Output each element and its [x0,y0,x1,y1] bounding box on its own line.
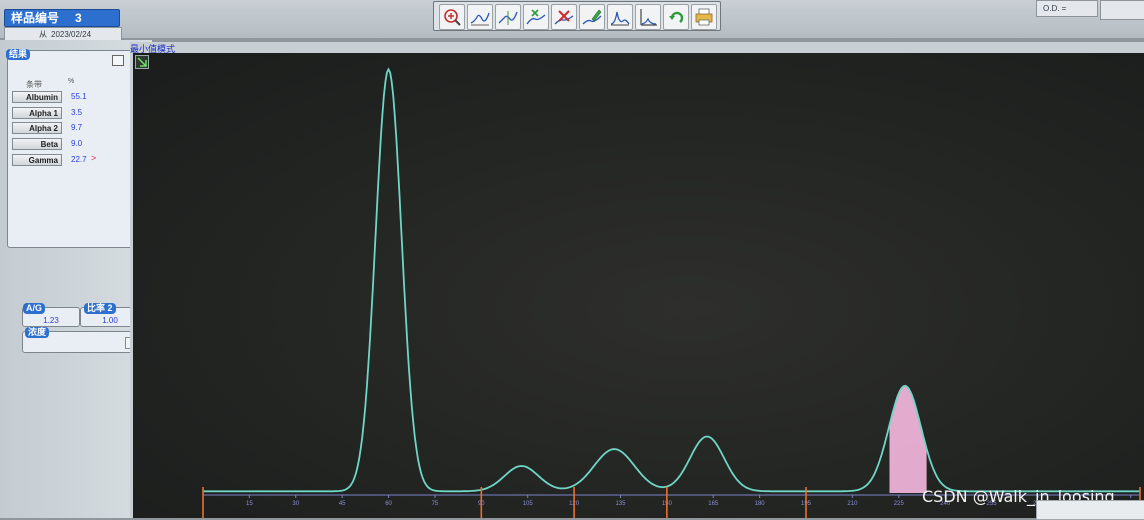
add-point-button[interactable] [523,4,549,30]
ratio2-label: 比率 2 [84,303,116,314]
fraction-button-beta[interactable]: Beta [12,138,62,150]
od-field: O.D. = [1036,0,1098,17]
sample-number: 3 [75,11,82,25]
x-axis-tick-label: 225 [894,501,905,507]
ag-ratio-label: A/G [23,303,46,314]
results-title: 结果 [6,49,31,60]
x-axis-tick-label: 210 [847,501,858,507]
delete-point-button[interactable] [551,4,577,30]
x-axis-tick-label: 135 [615,501,626,507]
delete-point-icon [554,10,574,25]
corner-panel [1100,0,1144,20]
curve-split-button[interactable] [495,4,521,30]
fraction-button-alpha1[interactable]: Alpha 1 [12,107,62,119]
percent-column-header: % [68,78,75,85]
curve-icon [470,12,490,26]
chart-area: 最小值模式 1530456075901051201351501651801952… [130,42,1144,518]
zoom-in-icon [444,9,461,26]
fraction-value: 9.0 [71,139,83,148]
x-axis-tick-label: 75 [432,501,439,507]
baseline-button[interactable] [635,4,661,30]
densitometry-plot[interactable]: 1530456075901051201351501651801952102252… [133,53,1144,518]
concentration-label: 浓度 [25,327,50,338]
baseline-icon [640,9,657,26]
densitometry-curve [203,67,1140,493]
ag-ratio-box: A/G 1.23 [22,303,80,327]
ag-ratio-value: 1.23 [43,316,59,325]
peak-icon [610,11,630,26]
edit-curve-button[interactable] [579,4,605,30]
concentration-box: 浓度 [22,327,142,353]
curve-button[interactable] [467,4,493,30]
curve-toolbar [433,1,721,31]
sample-number-box: 样品编号 3 [4,9,120,27]
fraction-value: 9.7 [71,123,83,132]
undo-icon [669,11,684,23]
x-axis-tick-label: 15 [246,501,253,507]
od-label: O.D. = [1043,4,1067,13]
add-point-icon [526,9,546,25]
fraction-button-gamma[interactable]: Gamma [12,154,62,166]
fraction-row: Alpha 1 3.5 [12,107,122,120]
print-icon [695,8,713,26]
fraction-value: 22.7 [71,155,87,164]
bottom-right-panel [1036,500,1144,520]
fraction-row: Albumin 55.1 [12,91,122,104]
fraction-value: 3.5 [71,108,83,117]
fraction-value: 55.1 [71,92,87,101]
undo-button[interactable] [663,4,689,30]
fraction-row: Beta 9.0 [12,138,122,151]
x-axis-tick-label: 30 [292,501,299,507]
fraction-button-albumin[interactable]: Albumin [12,91,62,103]
curve-split-icon [498,11,518,25]
densitometry-chart: 1530456075901051201351501651801952102252… [202,67,1141,518]
top-bar: 样品编号 3 从 2023/02/24 O.D. = [0,0,1144,42]
fraction-button-alpha2[interactable]: Alpha 2 [12,122,62,134]
high-flag-icon: > [91,153,97,163]
restore-window-icon[interactable] [112,55,124,66]
edit-curve-icon [582,9,602,25]
print-button[interactable] [691,4,717,30]
peak-button[interactable] [607,4,633,30]
x-axis-tick-label: 60 [385,501,392,507]
fraction-row: Alpha 2 9.7 [12,122,122,135]
results-panel: 结果 条带 % Albumin 55.1 Alpha 1 3.5 Alpha 2… [6,49,135,248]
zoom-in-button[interactable] [439,4,465,30]
x-axis-tick-label: 180 [755,501,766,507]
fraction-row: Gamma 22.7 > [12,153,122,167]
x-axis-tick-label: 105 [523,501,534,507]
sample-label: 样品编号 [11,11,60,25]
x-axis-tick-label: 165 [708,501,719,507]
x-axis-tick-label: 45 [339,501,346,507]
fraction-column-header: 条带 [26,80,42,89]
